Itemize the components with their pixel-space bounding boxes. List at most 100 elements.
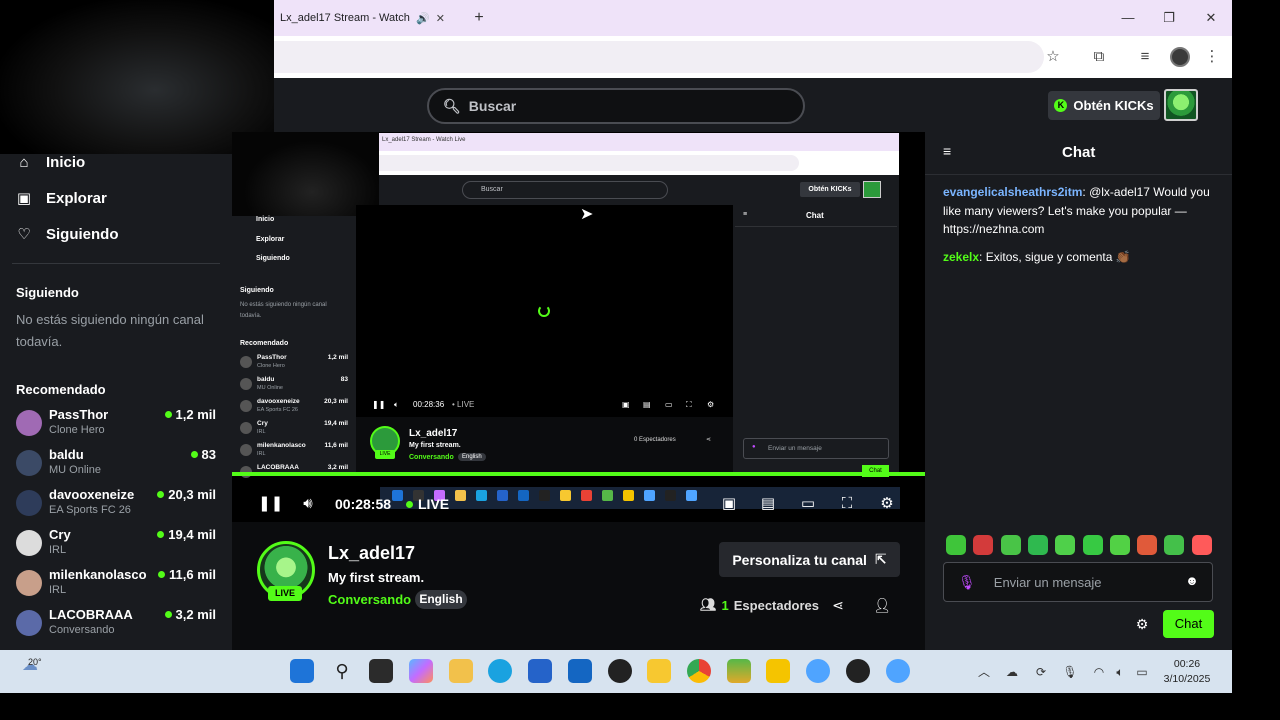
media-control-icon[interactable]: ≡ (1134, 46, 1156, 68)
sidebar-item-inicio[interactable]: ⌂ Inicio (16, 150, 216, 174)
address-bar[interactable] (274, 41, 1044, 73)
speaker-tray-icon[interactable]: 🔈︎ (1111, 663, 1129, 681)
nested-webcam (232, 132, 379, 216)
extensions-icon[interactable]: ⧉ (1088, 46, 1110, 68)
viewers-number: 1 (721, 597, 729, 613)
emote-icon[interactable] (1164, 535, 1185, 555)
media-player-icon[interactable] (608, 659, 632, 683)
sidebar-item-siguiendo[interactable]: ♡ Siguiendo (16, 222, 216, 246)
weather-widget[interactable]: ☁ 20° (16, 655, 44, 689)
nested-rec-category: IRL (257, 451, 266, 457)
chat-username[interactable]: evangelicalsheathrs2itm (943, 185, 1082, 199)
nested-clip-icon: ▤ (643, 400, 651, 409)
clip-icon[interactable]: ▤ (758, 494, 778, 514)
chat-settings-gear-icon[interactable]: ⚙ (1133, 615, 1151, 633)
recommended-channel[interactable]: LACOBRAAA Conversando 3,2 mil (16, 607, 216, 641)
viewer-count: 3,2 mil (164, 607, 216, 622)
tray-sync-icon[interactable]: ⟳ (1032, 663, 1050, 681)
tray-overflow-icon[interactable]: ︿ (975, 663, 993, 681)
volume-icon[interactable]: 🔊︎ (298, 494, 318, 514)
settings-gear-icon[interactable]: ⚙ (877, 494, 897, 514)
emote-icon[interactable] (1137, 535, 1158, 555)
viewer-count: 11,6 mil (158, 567, 216, 582)
emote-icon[interactable] (1000, 535, 1021, 555)
emote-icon[interactable] (1191, 535, 1212, 555)
pip-icon[interactable]: ▣ (719, 494, 739, 514)
wifi-icon[interactable]: ◠ (1090, 663, 1108, 681)
outlook-icon[interactable] (568, 659, 592, 683)
sidebar-item-explorar[interactable]: ▣ Explorar (16, 186, 216, 210)
user-avatar[interactable] (1164, 89, 1198, 121)
clock-date: 3/10/2025 (1163, 673, 1211, 685)
new-tab-button[interactable]: + (470, 8, 488, 28)
microphone-icon[interactable]: 🎙︎ (958, 574, 976, 591)
profile-avatar-icon[interactable] (1170, 47, 1190, 67)
collapse-chat-icon[interactable]: ≡ (943, 143, 951, 159)
obs-icon[interactable] (846, 659, 870, 683)
recommended-channel[interactable]: Cry IRL 19,4 mil (16, 527, 216, 561)
store-icon[interactable] (528, 659, 552, 683)
emote-icon[interactable] (946, 535, 966, 555)
window-close-icon[interactable]: ✕ (1201, 8, 1221, 28)
browser-app-icon[interactable] (806, 659, 830, 683)
browser-app-icon-2[interactable] (886, 659, 910, 683)
tray-mic-icon[interactable]: 🎙︎ (1061, 663, 1079, 681)
recommended-channel[interactable]: milenkanolasco IRL 11,6 mil (16, 567, 216, 601)
channel-name[interactable]: Lx_adel17 (328, 543, 415, 564)
recommended-channel[interactable]: PassThor Clone Hero 1,2 mil (16, 407, 216, 441)
minimize-icon[interactable]: — (1118, 8, 1138, 28)
task-view-icon[interactable] (369, 659, 393, 683)
get-kicks-button[interactable]: K Obtén KICKs (1048, 91, 1160, 120)
viewer-count-value: 1,2 mil (175, 407, 216, 422)
chrome-icon[interactable] (687, 659, 711, 683)
emote-icon[interactable] (1055, 535, 1076, 555)
file-explorer-icon[interactable] (449, 659, 473, 683)
chat-send-button[interactable]: Chat (1163, 610, 1214, 638)
system-clock[interactable]: 00:26 3/10/2025 (1156, 657, 1218, 687)
stream-category[interactable]: Conversando (328, 592, 411, 607)
chat-message: zekelx: Exitos, sigue y comenta 👏🏾 (943, 248, 1215, 267)
language-tag[interactable]: English (415, 590, 467, 609)
kebab-menu-icon[interactable]: ⋮ (1201, 46, 1223, 68)
nested-time: 00:28:36 (413, 400, 445, 409)
bookmark-star-icon[interactable]: ☆ (1042, 46, 1064, 68)
progress-bar[interactable] (232, 472, 925, 476)
taskbar-search-icon[interactable]: ⚲ (330, 659, 354, 683)
copilot-icon[interactable] (409, 659, 433, 683)
recommended-channel[interactable]: baldu MU Online 83 (16, 447, 216, 481)
nested-rec-avatar (240, 356, 252, 368)
emoji-picker-icon[interactable]: ☻ (1184, 573, 1200, 589)
viewer-count-value: 20,3 mil (168, 487, 216, 502)
r-app-icon[interactable] (766, 659, 790, 683)
sidebar-item-label: Inicio (46, 153, 86, 171)
live-dot-icon (157, 531, 165, 538)
customize-channel-button[interactable]: Personaliza tu canal ⇱ (719, 542, 900, 577)
emote-icon[interactable] (1109, 535, 1130, 555)
speaker-icon[interactable]: 🔊 (416, 12, 430, 25)
emote-icon[interactable] (1082, 535, 1103, 555)
pause-icon[interactable]: ❚❚ (258, 494, 283, 514)
fullscreen-icon[interactable]: ⛶ (837, 494, 857, 514)
emote-icon[interactable] (973, 535, 994, 555)
channel-avatar (16, 490, 42, 516)
add-user-icon[interactable]: 👤︎ (872, 595, 892, 615)
sidebar-divider (12, 263, 220, 264)
browser-tab[interactable]: Lx_adel17 Stream - Watch L 🔊 ✕ (274, 0, 464, 36)
share-icon[interactable]: ⋖ (828, 595, 848, 615)
chat-username[interactable]: zekelx (943, 250, 979, 264)
tray-cloud-icon[interactable]: ☁ (1003, 663, 1021, 681)
chat-message-input[interactable]: 🎙︎ Enviar un mensaje (943, 562, 1213, 602)
battery-icon[interactable]: ▭ (1133, 663, 1151, 681)
start-menu-icon[interactable] (290, 659, 314, 683)
theatre-mode-icon[interactable]: ▭ (798, 494, 818, 514)
following-heading: Siguiendo (16, 285, 79, 300)
recommended-channel[interactable]: davooxeneize EA Sports FC 26 20,3 mil (16, 487, 216, 521)
emote-icon[interactable] (1027, 535, 1048, 555)
tab-close-icon[interactable]: ✕ (436, 12, 445, 25)
nested-following-heading: Siguiendo (240, 287, 274, 294)
app-icon[interactable] (647, 659, 671, 683)
stack-app-icon[interactable] (727, 659, 751, 683)
restore-icon[interactable]: ❐ (1159, 8, 1179, 28)
edge-browser-icon[interactable] (488, 659, 512, 683)
search-input[interactable]: 🔍︎ Buscar (427, 88, 805, 124)
